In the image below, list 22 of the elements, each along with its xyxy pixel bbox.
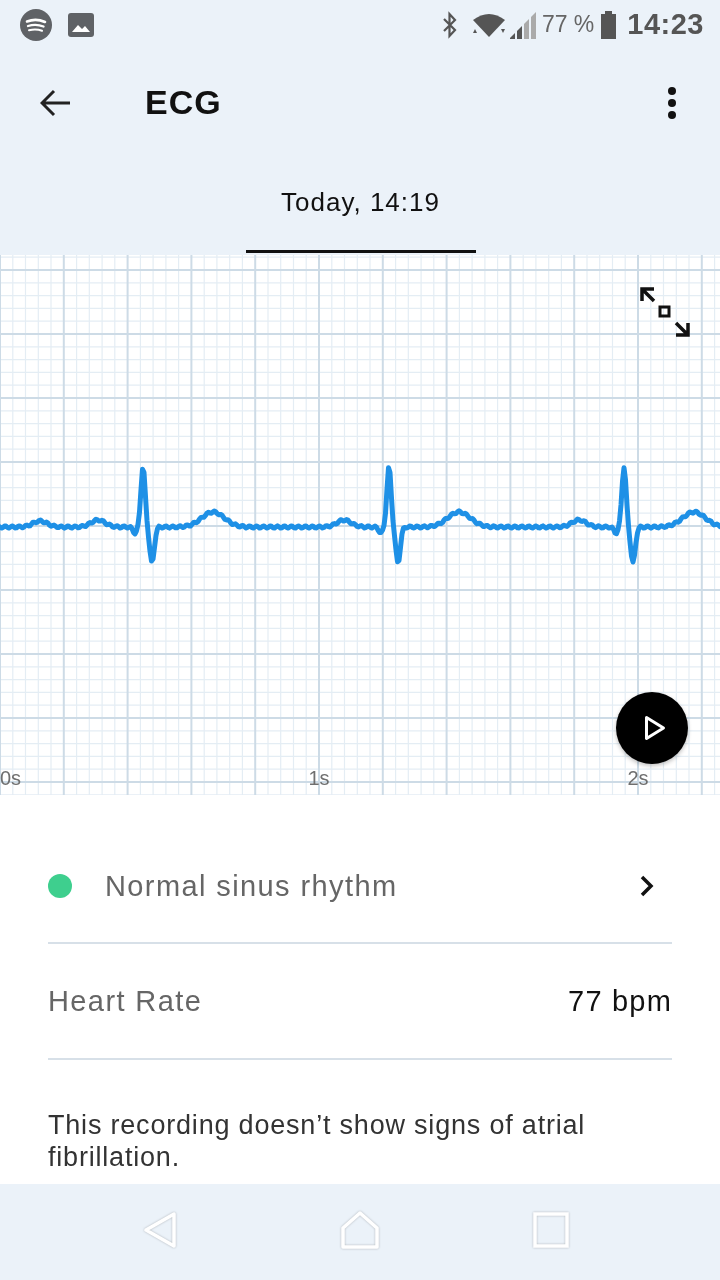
signal-icon (509, 10, 536, 39)
wave-circle-icon (20, 8, 52, 41)
time-label: 1s (308, 767, 330, 789)
battery-percent: 77 % (541, 11, 595, 38)
expand-icon[interactable] (640, 287, 690, 337)
battery-icon (601, 10, 617, 39)
heart-rate-value: 77 bpm (568, 984, 672, 1018)
description-text: This recording doesn’t show signs of atrial fibrillation. (48, 1109, 587, 1173)
back-arrow-icon[interactable] (40, 88, 72, 117)
chevron-right-icon[interactable] (640, 875, 654, 897)
clock-time: 14:23 (627, 8, 704, 41)
wifi-icon (471, 11, 506, 38)
rhythm-result[interactable]: Normal sinus rhythm (105, 869, 398, 903)
play-button[interactable] (616, 692, 688, 764)
more-menu-icon[interactable] (668, 86, 676, 119)
heart-rate-label: Heart Rate (48, 984, 203, 1018)
bluetooth-icon (441, 10, 458, 39)
screen-title: ECG (145, 83, 222, 122)
play-icon (644, 715, 666, 741)
image-icon (68, 12, 94, 37)
time-label: 2s (627, 767, 649, 789)
time-label: 0s (0, 767, 22, 789)
